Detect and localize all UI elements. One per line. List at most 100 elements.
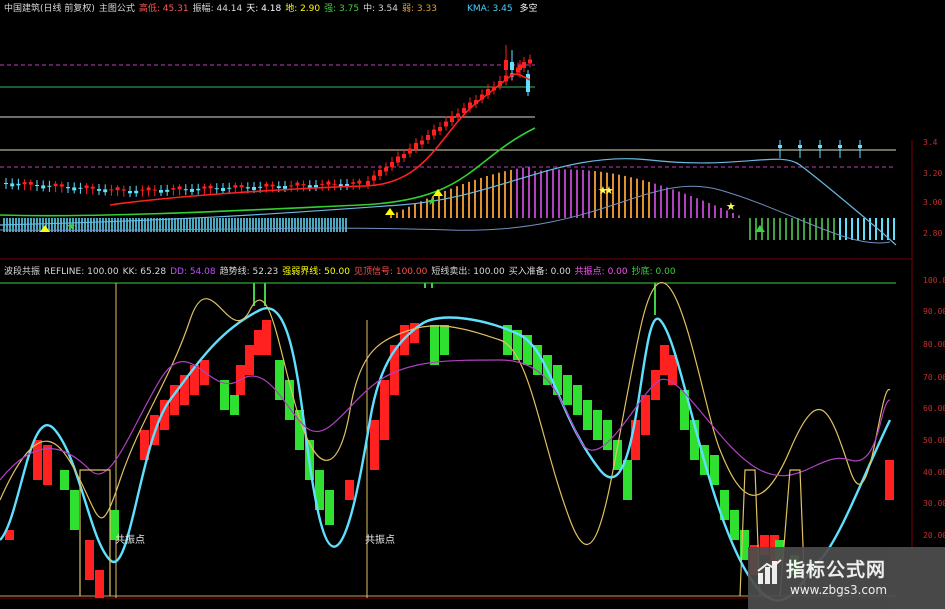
candle-body xyxy=(518,65,522,70)
kdj-step-bar xyxy=(370,420,379,470)
candle-body xyxy=(177,186,182,190)
axis-label-50: 50.00 xyxy=(923,436,945,445)
candle-body xyxy=(103,189,108,193)
candle-body xyxy=(402,154,406,158)
kdj-step-bar xyxy=(573,385,582,415)
candle-body xyxy=(258,186,263,188)
kdj-step-bar xyxy=(660,345,669,375)
kdj-step-bar xyxy=(245,345,254,375)
candle-body xyxy=(320,183,325,185)
kdj-step-bar xyxy=(220,380,229,410)
kdj-step-bar xyxy=(593,410,602,440)
kdj-step-bar xyxy=(730,510,739,540)
kdj-step-bar xyxy=(430,325,439,365)
kdj-step-bar xyxy=(254,330,263,355)
candle-body xyxy=(366,181,370,185)
candle-body xyxy=(450,116,454,122)
candle-body xyxy=(276,186,281,189)
candle-body xyxy=(22,182,27,185)
axis-label-20: 20.00 xyxy=(923,531,945,540)
axis-label-60: 60.00 xyxy=(923,404,945,413)
axis-label-upper-3: 2.80 xyxy=(923,229,943,238)
candle-body xyxy=(35,185,39,186)
kdj-step-bar xyxy=(885,460,894,500)
stock-chart-canvas[interactable]: ★★★★★ xyxy=(0,0,945,609)
candle-body xyxy=(426,135,430,140)
candle-body xyxy=(227,187,232,189)
candle-body xyxy=(510,62,514,70)
candle-body xyxy=(134,190,139,194)
candle-body xyxy=(159,190,163,193)
candle-body xyxy=(295,182,300,186)
kdj-step-bar xyxy=(70,490,79,530)
watermark-title: 指标公式网 xyxy=(786,559,887,581)
watermark-url: www.zbgs3.com xyxy=(790,583,888,597)
candle-body xyxy=(858,145,862,148)
kdj-step-bar xyxy=(563,375,572,405)
kdj-step-bar xyxy=(651,370,660,400)
candle-body xyxy=(357,180,362,184)
candle-body xyxy=(41,185,46,189)
signal-star: ★ xyxy=(726,200,736,213)
candle-body xyxy=(47,185,52,187)
kdj-step-bar xyxy=(95,570,104,598)
candle-body xyxy=(528,59,532,64)
candle-body xyxy=(171,188,176,190)
candle-body xyxy=(10,183,15,187)
candle-body xyxy=(408,148,412,154)
candle-body xyxy=(396,156,400,163)
candle-body xyxy=(456,113,460,118)
kdj-step-bar xyxy=(85,540,94,580)
candle-body xyxy=(838,145,842,148)
ma-green xyxy=(0,127,536,217)
candle-body xyxy=(289,185,294,187)
resonance-point-label-1: 共振点 xyxy=(115,535,145,546)
kdj-step-bar xyxy=(285,380,294,420)
axis-label-100: 100.0 xyxy=(923,276,945,285)
candle-body xyxy=(818,145,822,148)
candle-body xyxy=(378,170,382,176)
candle-body xyxy=(438,127,442,131)
axis-label-70: 70.00 xyxy=(923,373,945,382)
candle-body xyxy=(16,183,21,186)
candle-body xyxy=(384,167,388,172)
candle-body xyxy=(53,183,58,187)
axis-label-upper-2: 3.00 xyxy=(923,198,943,207)
candle-body xyxy=(345,184,349,187)
candle-body xyxy=(798,145,802,148)
candle-body xyxy=(372,175,376,181)
kdj-step-bar xyxy=(345,480,354,500)
candle-body xyxy=(444,121,448,127)
candle-body xyxy=(526,74,530,92)
candle-body xyxy=(28,181,33,185)
candle-body xyxy=(245,187,250,189)
candle-body xyxy=(214,188,219,190)
kdj-step-bar xyxy=(262,320,271,355)
candle-body xyxy=(252,187,256,190)
candle-body xyxy=(190,189,194,192)
candle-body xyxy=(522,62,526,68)
signal-star: ★ xyxy=(604,184,614,197)
candle-body xyxy=(221,188,225,191)
candle-body xyxy=(504,60,508,70)
signal-star: ★ xyxy=(66,220,76,233)
candle-body xyxy=(202,186,207,189)
candle-body xyxy=(97,189,101,191)
candle-body xyxy=(90,186,95,189)
kdj-step-bar xyxy=(230,395,239,415)
trend-line xyxy=(0,359,891,481)
resonance-point-label-2: 共振点 xyxy=(365,535,395,546)
kdj-step-bar xyxy=(641,395,650,435)
candle-body xyxy=(264,183,269,187)
candle-body xyxy=(196,188,201,191)
kdj-step-bar xyxy=(43,445,52,485)
candle-body xyxy=(307,185,312,188)
candle-body xyxy=(208,185,213,189)
signal-triangle xyxy=(385,208,395,215)
axis-label-upper-top: 3.4 xyxy=(923,138,938,147)
kdj-step-bar xyxy=(440,325,449,355)
candle-body xyxy=(414,143,418,149)
candle-body xyxy=(332,183,337,185)
candle-body xyxy=(84,185,89,189)
axis-label-30: 30.00 xyxy=(923,499,945,508)
